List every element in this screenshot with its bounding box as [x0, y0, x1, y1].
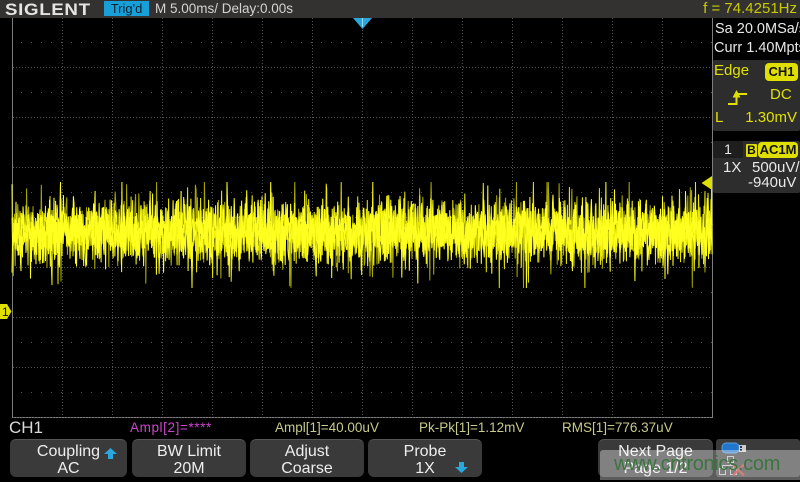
svg-text:1: 1: [2, 305, 9, 319]
